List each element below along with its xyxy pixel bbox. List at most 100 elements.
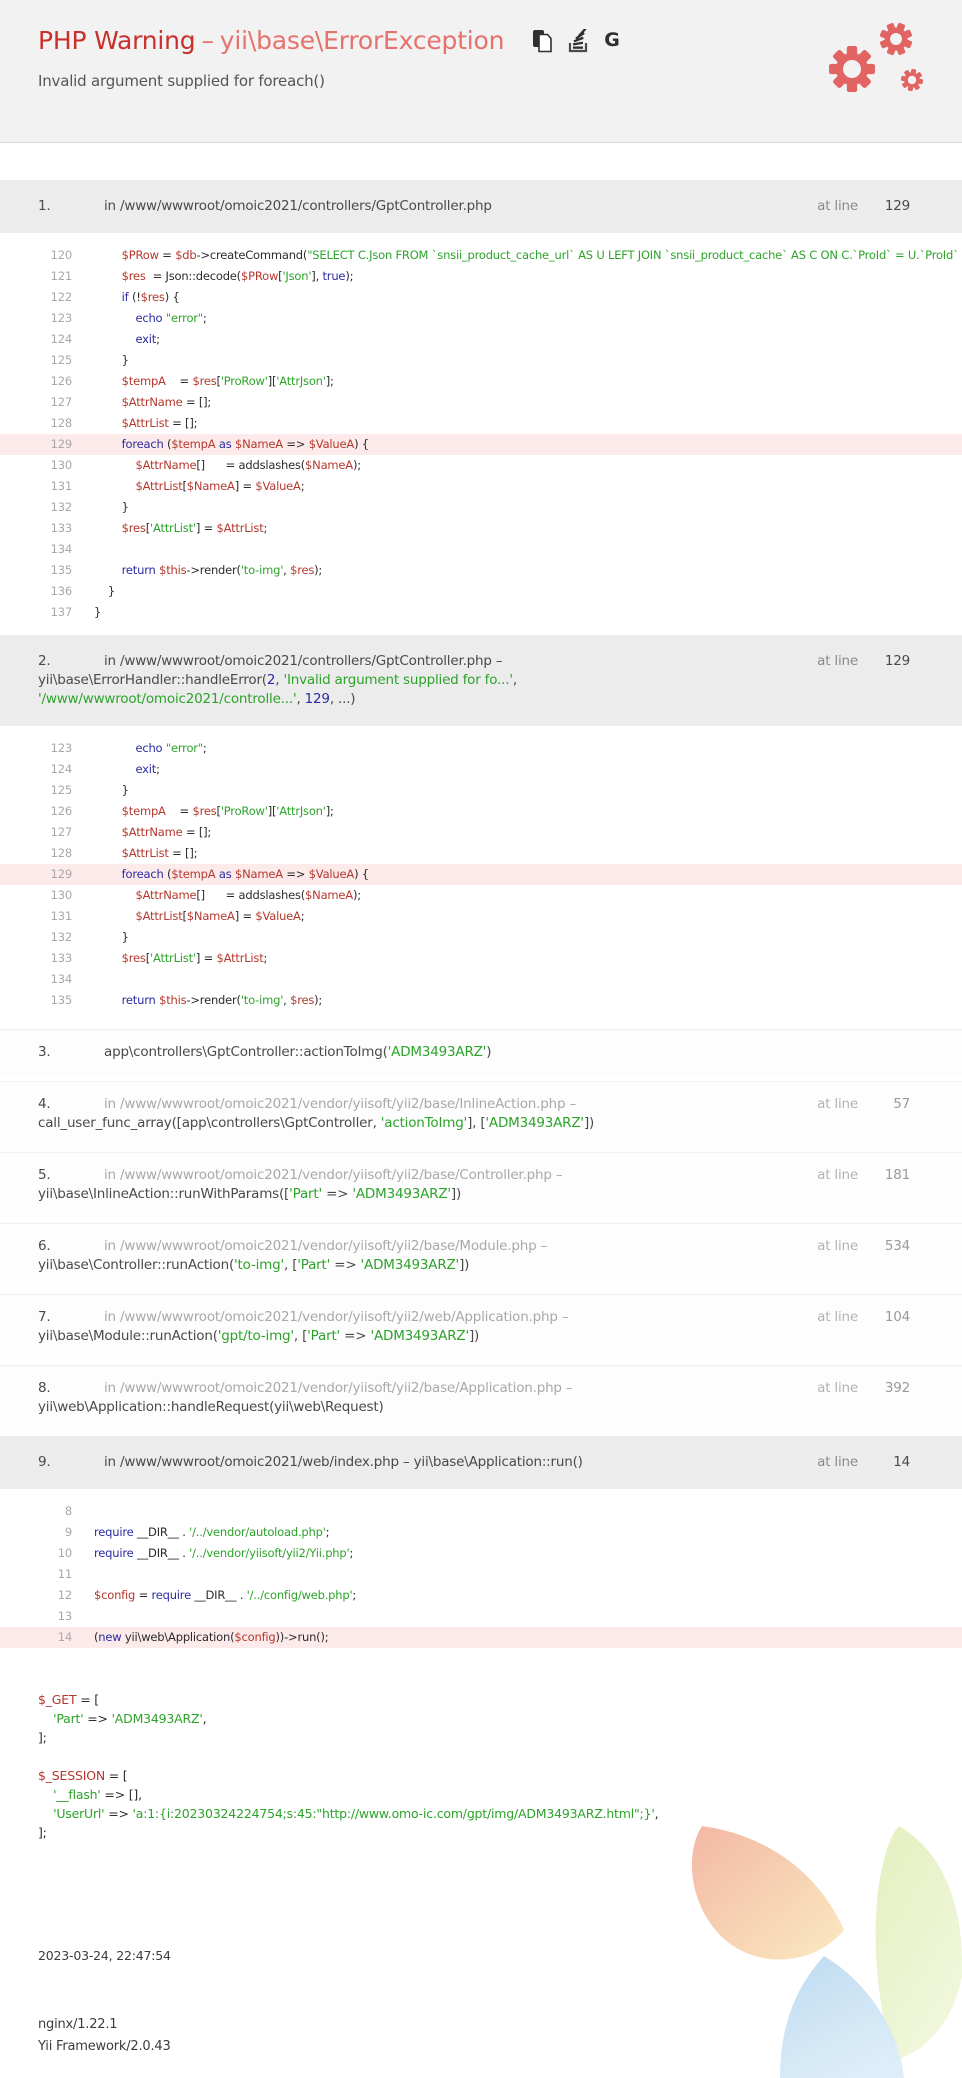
code-line-content: echo "error"; — [72, 308, 962, 329]
stack-frame: 6.in /www/wwwroot/omoic2021/vendor/yiiso… — [0, 1223, 962, 1288]
copy-stacktrace-icon[interactable] — [532, 29, 552, 53]
code-line-number: 132 — [0, 497, 72, 518]
code-line-number: 128 — [0, 413, 72, 434]
frame-at-line: at line104 — [817, 1308, 910, 1327]
frame-index: 4. — [38, 1095, 104, 1114]
code-line-content: $res['AttrList'] = $AttrList; — [72, 518, 962, 539]
code-token: [] = addslashes( — [196, 888, 305, 902]
code-line-content: $AttrName = []; — [72, 392, 962, 413]
code-line-number: 135 — [0, 990, 72, 1011]
code-token: $AttrName — [122, 825, 183, 839]
code-line: 125 } — [0, 350, 962, 371]
code-block: 89require __DIR__ . '/../vendor/autoload… — [0, 1489, 962, 1660]
frame-header[interactable]: 2.in /www/wwwroot/omoic2021/controllers/… — [0, 635, 962, 726]
google-search-icon[interactable]: G — [604, 31, 619, 50]
code-token: ->render( — [186, 563, 240, 577]
code-token: $this — [159, 993, 186, 1007]
code-token: 'ADM3493ARZ' — [485, 1115, 584, 1131]
code-token — [94, 951, 122, 965]
frame-info: in /www/wwwroot/omoic2021/vendor/yiisoft… — [38, 1309, 568, 1344]
frame-line-number: 392 — [874, 1379, 910, 1398]
code-token: 'actionToImg' — [381, 1115, 467, 1131]
frame-header[interactable]: 4.in /www/wwwroot/omoic2021/vendor/yiiso… — [0, 1082, 962, 1146]
code-line-number: 131 — [0, 906, 72, 927]
code-token: 'UserUrl' — [53, 1806, 104, 1821]
code-token: $tempA — [122, 804, 166, 818]
code-token — [94, 416, 122, 430]
code-token: $NameA — [187, 479, 235, 493]
stack-frame: 7.in /www/wwwroot/omoic2021/vendor/yiiso… — [0, 1294, 962, 1359]
code-token: ); — [314, 563, 322, 577]
code-line-content: $AttrList[$NameA] = $ValueA; — [72, 476, 962, 497]
code-line: 137} — [0, 602, 962, 623]
frame-file-path: in /www/wwwroot/omoic2021/web/index.php — [104, 1454, 399, 1470]
code-line-number: 14 — [0, 1627, 72, 1648]
code-token: 'ADM3493ARZ' — [361, 1257, 460, 1273]
code-token: 'ADM3493ARZ' — [112, 1711, 203, 1726]
code-token: ->render( — [186, 993, 240, 1007]
code-token — [94, 867, 122, 881]
frame-info: in /www/wwwroot/omoic2021/web/index.php … — [104, 1454, 583, 1470]
code-token: , ...) — [330, 691, 356, 707]
code-line: 122 if (!$res) { — [0, 287, 962, 308]
code-line-content: $AttrList = []; — [72, 843, 962, 864]
code-token: } — [94, 500, 129, 514]
code-line: 132 } — [0, 927, 962, 948]
code-line: 127 $AttrName = []; — [0, 822, 962, 843]
code-token — [94, 909, 135, 923]
stack-frame: 1.in /www/wwwroot/omoic2021/controllers/… — [0, 180, 962, 635]
code-block: 123 echo "error";124 exit;125 }126 $temp… — [0, 726, 962, 1023]
code-line-number: 128 — [0, 843, 72, 864]
frame-header[interactable]: 3.app\controllers\GptController::actionT… — [0, 1030, 962, 1075]
code-token: '__flash' — [53, 1787, 101, 1802]
code-token: = []; — [183, 395, 212, 409]
code-token: ], — [311, 269, 322, 283]
code-token: $AttrList — [217, 521, 264, 535]
frame-info: in /www/wwwroot/omoic2021/vendor/yiisoft… — [38, 1167, 562, 1202]
code-line: 13 — [0, 1606, 962, 1627]
stackoverflow-search-icon[interactable] — [567, 29, 589, 53]
framework-version: Yii Framework/2.0.43 — [38, 2036, 171, 2058]
code-line: 132 } — [0, 497, 962, 518]
code-token: yii\base\InlineAction::runWithParams([ — [38, 1186, 289, 1202]
code-token: '/../config/web.php' — [247, 1588, 353, 1602]
code-token: yii\web\Application::handleRequest(yii\w… — [38, 1399, 384, 1415]
leaf-decoration — [662, 1826, 962, 2078]
frame-header[interactable]: 8.in /www/wwwroot/omoic2021/vendor/yiiso… — [0, 1366, 962, 1430]
frame-header[interactable]: 7.in /www/wwwroot/omoic2021/vendor/yiiso… — [0, 1295, 962, 1359]
frame-file-path: in /www/wwwroot/omoic2021/controllers/Gp… — [104, 198, 492, 214]
frame-line-number: 534 — [874, 1237, 910, 1256]
frame-line-number: 57 — [874, 1095, 910, 1114]
frame-index: 7. — [38, 1308, 104, 1327]
code-line-number: 131 — [0, 476, 72, 497]
code-token — [94, 762, 135, 776]
code-line: 123 echo "error"; — [0, 738, 962, 759]
code-token: "error" — [166, 741, 203, 755]
frame-header[interactable]: 6.in /www/wwwroot/omoic2021/vendor/yiiso… — [0, 1224, 962, 1288]
code-token: 'AttrList' — [150, 521, 196, 535]
frame-header[interactable]: 1.in /www/wwwroot/omoic2021/controllers/… — [0, 180, 962, 233]
code-token — [94, 248, 122, 262]
code-token: } — [94, 930, 129, 944]
frame-header[interactable]: 9.in /www/wwwroot/omoic2021/web/index.ph… — [0, 1436, 962, 1489]
code-token: return — [122, 563, 156, 577]
frame-line-number: 129 — [874, 652, 910, 671]
frame-at-line: at line181 — [817, 1166, 910, 1185]
code-line: 136 } — [0, 581, 962, 602]
frame-index: 9. — [38, 1453, 104, 1472]
stack-frame: 8.in /www/wwwroot/omoic2021/vendor/yiiso… — [0, 1365, 962, 1430]
error-tools: G — [532, 29, 619, 53]
frame-line-number: 181 — [874, 1166, 910, 1185]
code-token: yii\base\Module::runAction( — [38, 1328, 218, 1344]
code-token: as — [219, 437, 232, 451]
error-message: Invalid argument supplied for foreach() — [38, 72, 924, 90]
code-token: yii\web\Application( — [121, 1630, 234, 1644]
code-token — [94, 374, 122, 388]
code-token: yii\base\Controller::runAction( — [38, 1257, 234, 1273]
code-token — [94, 804, 122, 818]
code-token: => — [283, 867, 309, 881]
code-token: ) — [486, 1044, 491, 1060]
code-token: = Json::decode( — [146, 269, 241, 283]
code-line: 133 $res['AttrList'] = $AttrList; — [0, 948, 962, 969]
frame-header[interactable]: 5.in /www/wwwroot/omoic2021/vendor/yiiso… — [0, 1153, 962, 1217]
